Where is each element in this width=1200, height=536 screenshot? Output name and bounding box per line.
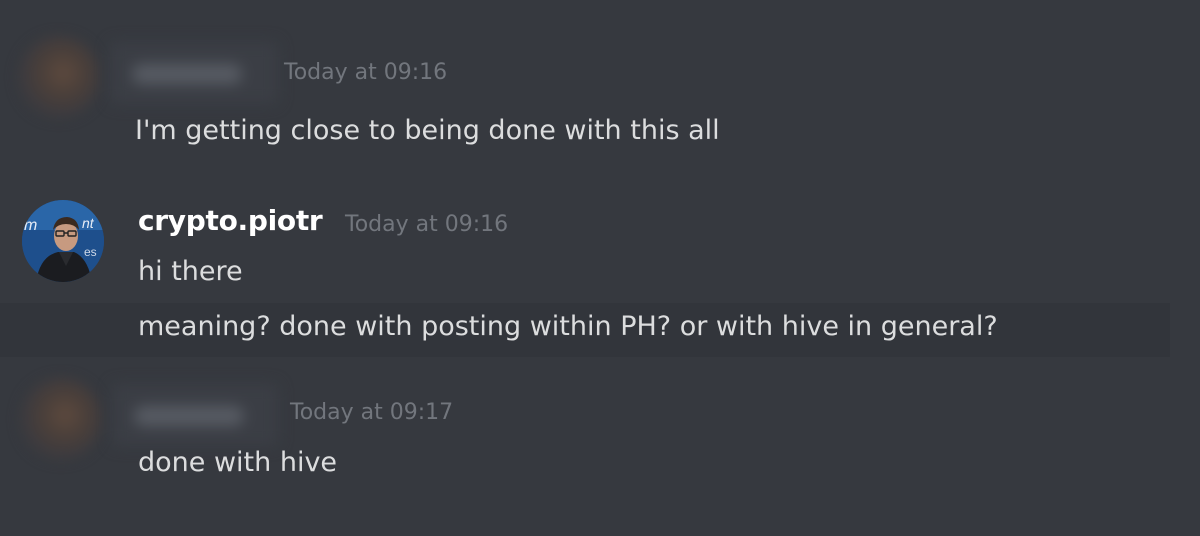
message-timestamp: Today at 09:17	[290, 400, 454, 425]
svg-text:es: es	[84, 245, 97, 259]
message-text: meaning? done with posting within PH? or…	[138, 311, 998, 342]
username-redacted	[110, 42, 278, 104]
message-text: hi there	[138, 256, 243, 287]
message-timestamp: Today at 09:16	[284, 60, 448, 85]
svg-text:nt: nt	[82, 215, 95, 231]
svg-text:m: m	[24, 217, 37, 234]
username-redacted	[112, 384, 278, 446]
message-text: done with hive	[138, 447, 338, 478]
message-author[interactable]: crypto.piotr	[138, 204, 323, 237]
avatar[interactable]: m nt es	[22, 200, 104, 282]
avatar[interactable]	[20, 378, 102, 460]
message-timestamp: Today at 09:16	[345, 212, 509, 237]
message-text: I'm getting close to being done with thi…	[135, 115, 720, 146]
avatar[interactable]	[18, 36, 100, 118]
chat-message-list: Today at 09:16 I'm getting close to bein…	[0, 0, 1200, 536]
user-avatar-image: m nt es	[22, 200, 104, 282]
